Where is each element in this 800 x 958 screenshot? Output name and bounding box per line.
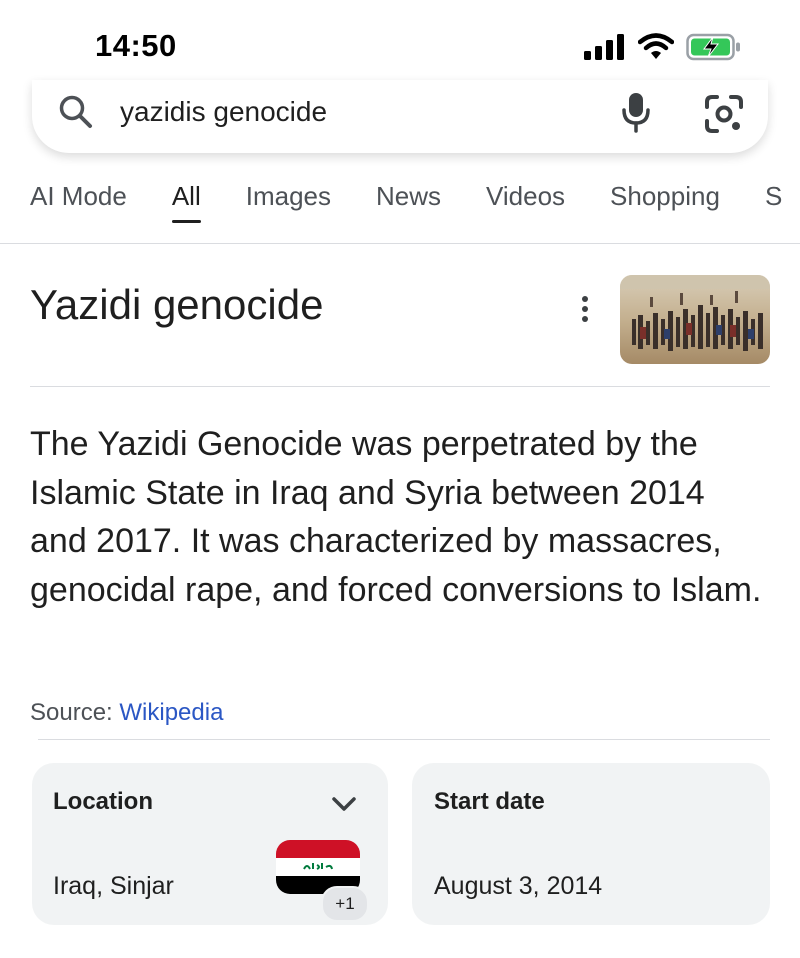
- location-value: Iraq, Sinjar: [53, 872, 174, 900]
- tabs-divider: [0, 243, 800, 244]
- cellular-signal-icon: [584, 34, 624, 60]
- source-link-wikipedia[interactable]: Wikipedia: [119, 699, 223, 726]
- start-date-value: August 3, 2014: [434, 872, 603, 900]
- knowledge-panel-description: The Yazidi Genocide was perpetrated by t…: [30, 425, 762, 609]
- source-label: Source:: [30, 699, 113, 726]
- knowledge-panel-image[interactable]: [620, 275, 770, 364]
- knowledge-panel-title: Yazidi genocide: [30, 281, 324, 328]
- source-divider: [38, 739, 770, 740]
- start-date-label: Start date: [434, 788, 545, 815]
- search-tabs: AI Mode All Images News Videos Shopping …: [30, 178, 800, 223]
- location-label: Location: [53, 788, 153, 815]
- knowledge-panel-divider: [30, 386, 770, 387]
- mic-icon[interactable]: [616, 90, 656, 134]
- search-icon[interactable]: [56, 92, 96, 132]
- tab-ai-mode[interactable]: AI Mode: [30, 178, 127, 222]
- tab-all[interactable]: All: [171, 178, 201, 223]
- tab-shopping[interactable]: Shopping: [610, 178, 720, 222]
- tab-news[interactable]: News: [376, 178, 441, 222]
- battery-charging-icon: [686, 33, 740, 61]
- wifi-icon: [638, 33, 674, 59]
- tab-videos[interactable]: Videos: [486, 178, 565, 222]
- status-time: 14:50: [95, 28, 177, 63]
- google-lens-icon[interactable]: [702, 92, 746, 136]
- tab-images[interactable]: Images: [246, 178, 331, 222]
- more-locations-badge[interactable]: +1: [321, 886, 369, 922]
- source-line: Source: Wikipedia: [30, 697, 223, 729]
- tab-truncated[interactable]: S: [765, 178, 782, 222]
- chevron-down-icon[interactable]: [330, 792, 358, 816]
- status-icons: [584, 30, 742, 64]
- search-input[interactable]: yazidis genocide: [120, 92, 327, 132]
- crowd-photo-thumbnail: [620, 275, 770, 364]
- more-options-icon[interactable]: [577, 295, 593, 323]
